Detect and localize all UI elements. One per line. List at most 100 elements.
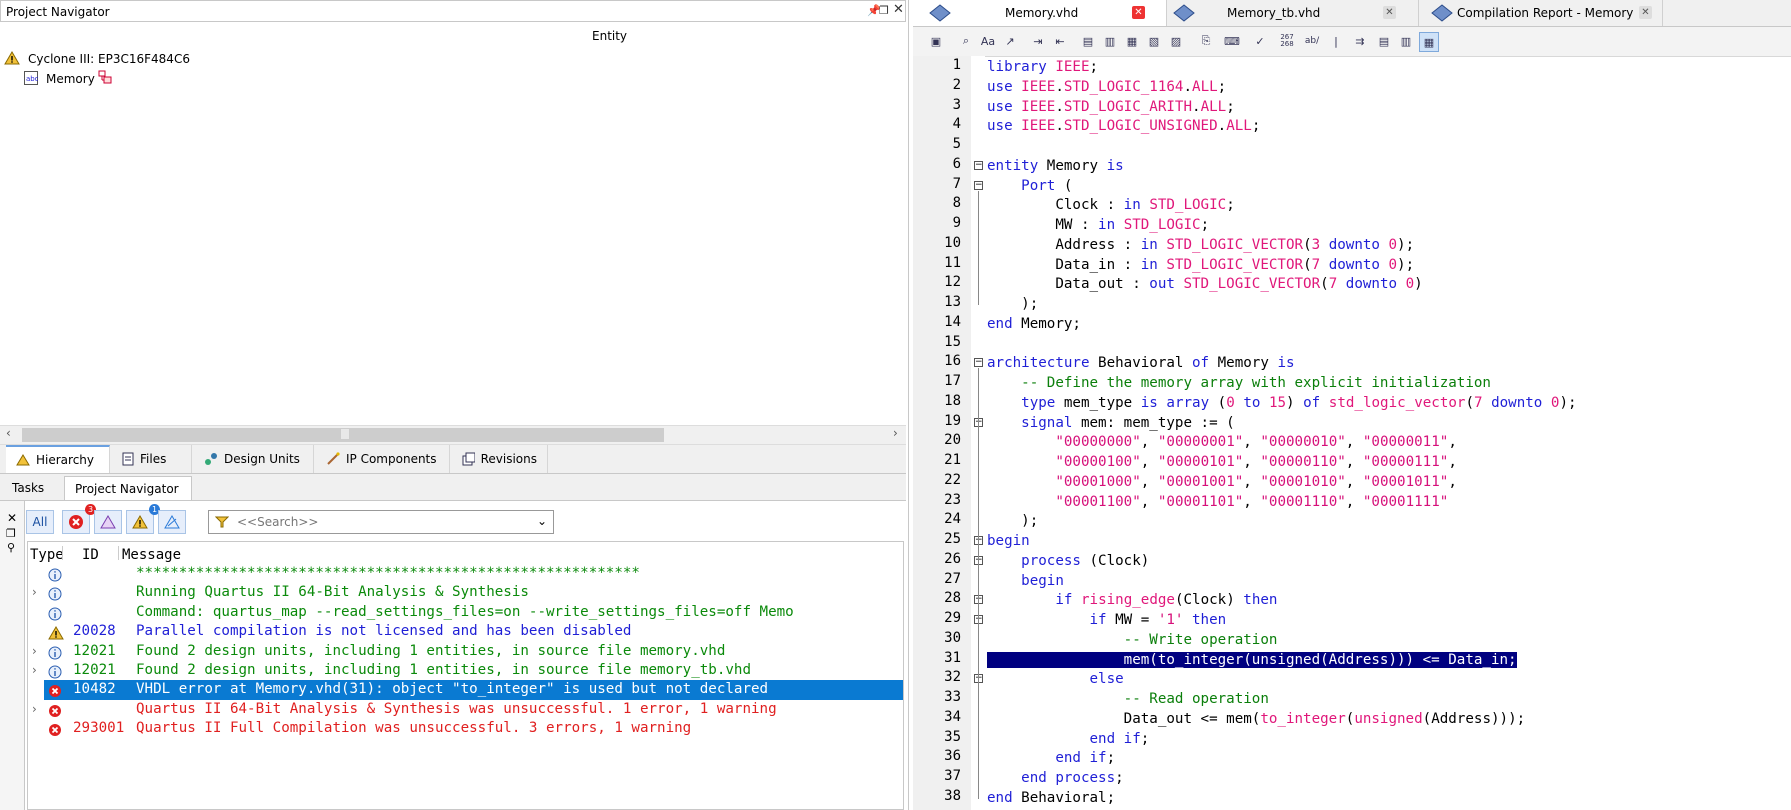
code-line[interactable]: end if; xyxy=(987,729,1150,749)
code-line[interactable]: Data_out <= mem(to_integer(unsigned(Addr… xyxy=(987,709,1526,729)
code-line[interactable]: entity Memory is xyxy=(987,156,1124,176)
code-line[interactable]: end Memory; xyxy=(987,314,1081,334)
columns-icon[interactable]: ▤ xyxy=(1375,32,1393,50)
code-line[interactable]: Clock : in STD_LOGIC; xyxy=(987,195,1234,215)
fold-toggle-icon[interactable]: − xyxy=(974,180,983,190)
template-icon[interactable]: ⌨ xyxy=(1223,32,1241,50)
code-line[interactable]: else xyxy=(987,669,1124,689)
code-line[interactable]: mem(to_integer(unsigned(Address))) <= Da… xyxy=(987,650,1517,670)
tab-memory-vhd[interactable]: Memory.vhd ✕ xyxy=(913,0,1167,26)
code-line[interactable]: architecture Behavioral of Memory is xyxy=(987,353,1295,373)
code-line[interactable]: ); xyxy=(987,511,1038,531)
bookmark-list-icon[interactable]: ▨ xyxy=(1167,32,1185,50)
close-tab-icon[interactable]: ✕ xyxy=(1383,6,1396,19)
message-search-input[interactable]: <<Search>> ⌄ xyxy=(208,510,554,534)
code-line[interactable]: signal mem: mem_type := ( xyxy=(987,413,1235,433)
pin-icon[interactable]: ⚲ xyxy=(7,541,15,554)
code-line[interactable]: library IEEE; xyxy=(987,57,1098,77)
code-line[interactable]: MW : in STD_LOGIC; xyxy=(987,215,1209,235)
tab-revisions[interactable]: Revisions xyxy=(452,445,548,473)
message-row[interactable]: 10482 VHDL error at Memory.vhd(31): objec… xyxy=(44,680,903,700)
wrap-icon[interactable]: ▥ xyxy=(1397,32,1415,50)
code-line[interactable]: -- Write operation xyxy=(987,630,1278,650)
code-line[interactable]: if MW = '1' then xyxy=(987,610,1227,630)
code-line[interactable]: ); xyxy=(987,294,1038,314)
tab-ip-components[interactable]: IP Components xyxy=(316,445,450,473)
close-tab-icon[interactable]: ✕ xyxy=(1639,6,1652,19)
filter-all-button[interactable]: All xyxy=(26,510,54,534)
code-line[interactable]: begin xyxy=(987,531,1030,551)
message-row[interactable]: › Running Quartus II 64-Bit Analysis & Sy… xyxy=(28,583,903,602)
fold-toggle-icon[interactable]: − xyxy=(974,358,983,368)
clear-bookmarks-icon[interactable]: ▧ xyxy=(1145,32,1163,50)
code-line[interactable]: Data_out : out STD_LOGIC_VECTOR(7 downto… xyxy=(987,274,1422,294)
restore-icon[interactable]: ❐ xyxy=(879,4,889,17)
restore-icon[interactable]: ❐ xyxy=(6,527,16,540)
spell-check-icon[interactable]: ab/ xyxy=(1303,32,1321,50)
expand-icon[interactable]: › xyxy=(32,642,37,661)
code-line[interactable]: Address : in STD_LOGIC_VECTOR(3 downto 0… xyxy=(987,235,1414,255)
code-line[interactable]: process (Clock) xyxy=(987,551,1149,571)
close-tab-icon[interactable]: ✕ xyxy=(1132,6,1145,19)
filter-suppressed-button[interactable] xyxy=(158,510,186,534)
horizontal-scrollbar[interactable]: ‹ › xyxy=(0,425,906,445)
code-line[interactable]: end process; xyxy=(987,768,1124,788)
code-line[interactable]: use IEEE.STD_LOGIC_1164.ALL; xyxy=(987,77,1226,97)
indent-icon[interactable]: ⇥ xyxy=(1029,32,1047,50)
goto-icon[interactable]: ↗ xyxy=(1001,32,1019,50)
scroll-right-icon[interactable]: › xyxy=(893,426,898,440)
tab-project-navigator[interactable]: Project Navigator xyxy=(64,476,192,500)
code-line[interactable]: "00000000", "00000001", "00000010", "000… xyxy=(987,432,1457,452)
attach-icon[interactable]: ⎘ xyxy=(1197,32,1215,50)
code-line[interactable]: use IEEE.STD_LOGIC_UNSIGNED.ALL; xyxy=(987,116,1260,136)
message-row[interactable]: › Quartus II 64-Bit Analysis & Synthesis … xyxy=(28,700,903,719)
next-bookmark-icon[interactable]: ▥ xyxy=(1101,32,1119,50)
filter-warnings-button[interactable]: 1 xyxy=(126,504,160,534)
tab-design-units[interactable]: Design Units xyxy=(194,445,314,473)
tab-hierarchy[interactable]: Hierarchy xyxy=(6,445,110,473)
code-line[interactable]: "00000100", "00000101", "00000110", "000… xyxy=(987,452,1457,472)
message-row[interactable]: Command: quartus_map --read_settings_fil… xyxy=(28,603,903,622)
scroll-left-icon[interactable]: ‹ xyxy=(6,426,11,440)
code-line[interactable]: -- Define the memory array with explicit… xyxy=(987,373,1491,393)
code-line[interactable]: if rising_edge(Clock) then xyxy=(987,590,1277,610)
code-line[interactable]: Port ( xyxy=(987,176,1072,196)
expand-icon[interactable]: › xyxy=(32,583,37,602)
message-row[interactable]: 20028 Parallel compilation is not license… xyxy=(28,622,903,641)
tab-files[interactable]: Files xyxy=(112,445,192,473)
expand-icon[interactable]: › xyxy=(32,700,37,719)
code-line[interactable]: -- Read operation xyxy=(987,689,1269,709)
message-row[interactable]: 293001 Quartus II Full Compilation was un… xyxy=(28,719,903,738)
code-line[interactable]: begin xyxy=(987,571,1064,591)
code-line[interactable]: "00001100", "00001101", "00001110", "000… xyxy=(987,492,1448,512)
expand-icon[interactable]: › xyxy=(32,661,37,680)
close-icon[interactable]: ✕ xyxy=(7,511,17,525)
filter-critical-warnings-button[interactable] xyxy=(94,510,122,534)
code-line[interactable]: use IEEE.STD_LOGIC_ARITH.ALL; xyxy=(987,97,1235,117)
code-line[interactable]: Data_in : in STD_LOGIC_VECTOR(7 downto 0… xyxy=(987,255,1414,275)
check-icon[interactable]: ✓ xyxy=(1251,32,1269,50)
tab-tasks[interactable]: Tasks xyxy=(2,476,62,500)
tab-memory-tb-vhd[interactable]: Memory_tb.vhd ✕ xyxy=(1167,0,1419,26)
close-icon[interactable]: ✕ xyxy=(893,2,904,17)
code-line[interactable]: "00001000", "00001001", "00001010", "000… xyxy=(987,472,1457,492)
unindent-icon[interactable]: ⇤ xyxy=(1051,32,1069,50)
code-line[interactable]: type mem_type is array (0 to 15) of std_… xyxy=(987,393,1576,413)
find-icon[interactable]: ⌕ xyxy=(957,32,975,50)
code-line[interactable]: end Behavioral; xyxy=(987,788,1115,808)
fold-toggle-icon[interactable]: − xyxy=(974,160,983,170)
bookmark-icon[interactable]: ▤ xyxy=(1079,32,1097,50)
filter-errors-button[interactable]: 3 xyxy=(62,504,96,534)
line-number-icon[interactable]: 267 268 xyxy=(1275,32,1299,50)
message-row[interactable]: ****************************************… xyxy=(28,564,903,583)
view-mode-icon[interactable]: ▦ xyxy=(1419,32,1439,52)
prev-bookmark-icon[interactable]: ▦ xyxy=(1123,32,1141,50)
replace-icon[interactable]: Aa xyxy=(979,32,997,50)
insert-icon[interactable]: ⇉ xyxy=(1351,32,1369,50)
open-file-icon[interactable]: ▣ xyxy=(927,32,945,50)
chevron-down-icon[interactable]: ⌄ xyxy=(537,514,547,528)
message-row[interactable]: › 12021 Found 2 design units, including 1 … xyxy=(28,661,903,680)
tab-compilation-report[interactable]: Compilation Report - Memory ✕ xyxy=(1419,0,1663,26)
code-line[interactable]: end if; xyxy=(987,748,1115,768)
message-row[interactable]: › 12021 Found 2 design units, including 1 … xyxy=(28,642,903,661)
